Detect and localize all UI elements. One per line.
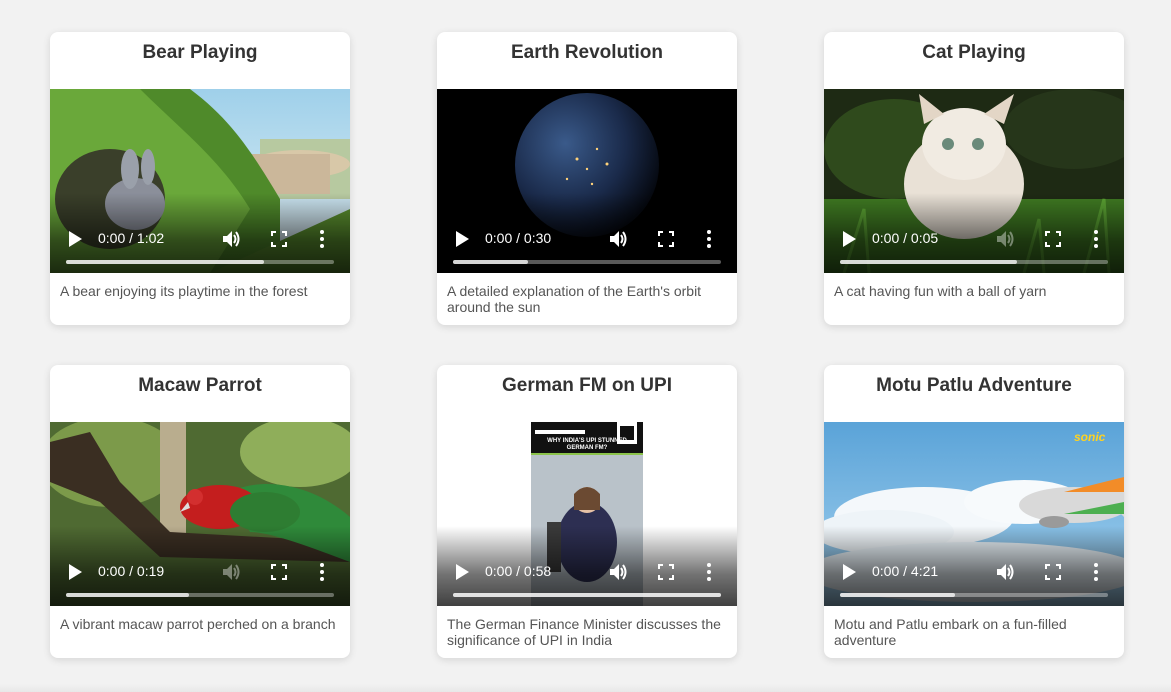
more-options-icon[interactable] (706, 229, 712, 249)
video-time: 0:00 / 0:58 (485, 563, 552, 579)
video-player[interactable]: 0:00 / 0:19 (50, 422, 350, 606)
progress-buffered (66, 260, 265, 264)
play-icon[interactable] (68, 564, 82, 580)
video-title: Motu Patlu Adventure (876, 375, 1072, 396)
progress-bar[interactable] (840, 593, 1108, 597)
video-controls: 0:00 / 0:05 (824, 193, 1124, 273)
video-time: 0:00 / 0:05 (872, 230, 939, 246)
thumbnail-caption: WHY INDIA'S UPI STUNNED GERMAN FM? (531, 438, 643, 452)
video-card: German FM on UPI WHY INDIA'S UPI STUNNED… (437, 365, 737, 658)
volume-icon[interactable] (608, 229, 628, 249)
play-icon[interactable] (842, 231, 856, 247)
page-bottom-edge (0, 684, 1171, 692)
video-title: Cat Playing (922, 42, 1026, 63)
video-description: A detailed explanation of the Earth's or… (447, 283, 702, 315)
fullscreen-icon[interactable] (658, 231, 674, 247)
video-description: The German Finance Minister discusses th… (447, 616, 721, 648)
more-options-icon[interactable] (1093, 229, 1099, 249)
volume-icon[interactable] (221, 562, 241, 582)
thumbnail-caption-line: GERMAN FM? (566, 445, 608, 451)
video-description: Motu and Patlu embark on a fun-filled ad… (834, 616, 1067, 648)
video-time: 0:00 / 0:30 (485, 230, 552, 246)
play-icon[interactable] (455, 231, 469, 247)
video-controls: 0:00 / 1:02 (50, 193, 350, 273)
video-controls: 0:00 / 0:58 (437, 526, 737, 606)
fullscreen-icon[interactable] (658, 564, 674, 580)
progress-buffered (840, 593, 956, 597)
video-title: Bear Playing (142, 42, 258, 63)
video-player[interactable]: 0:00 / 0:30 (437, 89, 737, 273)
thumbnail-caption-line: WHY INDIA'S UPI STUNNED (547, 438, 627, 444)
play-icon[interactable] (842, 564, 856, 580)
progress-buffered (840, 260, 1017, 264)
volume-icon[interactable] (221, 229, 241, 249)
video-time: 0:00 / 0:19 (98, 563, 165, 579)
volume-icon[interactable] (995, 562, 1015, 582)
progress-bar[interactable] (66, 593, 334, 597)
video-controls: 0:00 / 0:19 (50, 526, 350, 606)
video-card: Motu Patlu Adventure sonic 0:00 / 4:21 M… (824, 365, 1124, 658)
more-options-icon[interactable] (1093, 562, 1099, 582)
video-card: Bear Playing 0:00 / 1:02 A bear enjoying… (50, 32, 350, 325)
video-card: Cat Playing 0:00 / 0:05 A cat having fun… (824, 32, 1124, 325)
video-time: 0:00 / 1:02 (98, 230, 165, 246)
more-options-icon[interactable] (319, 229, 325, 249)
video-controls: 0:00 / 4:21 (824, 526, 1124, 606)
fullscreen-icon[interactable] (271, 231, 287, 247)
volume-icon[interactable] (608, 562, 628, 582)
volume-icon[interactable] (995, 229, 1015, 249)
more-options-icon[interactable] (319, 562, 325, 582)
progress-bar[interactable] (66, 260, 334, 264)
video-controls: 0:00 / 0:30 (437, 193, 737, 273)
fullscreen-icon[interactable] (1045, 564, 1061, 580)
video-description: A bear enjoying its playtime in the fore… (60, 283, 308, 299)
video-title: German FM on UPI (502, 375, 672, 396)
progress-buffered (453, 260, 529, 264)
channel-logo: sonic (1074, 430, 1106, 444)
video-player[interactable]: sonic 0:00 / 4:21 (824, 422, 1124, 606)
video-description: A vibrant macaw parrot perched on a bran… (60, 616, 336, 632)
play-icon[interactable] (68, 231, 82, 247)
video-time: 0:00 / 4:21 (872, 563, 939, 579)
progress-bar[interactable] (453, 593, 721, 597)
more-options-icon[interactable] (706, 562, 712, 582)
video-card: Earth Revolution 0:00 / 0:30 A detailed … (437, 32, 737, 325)
video-description: A cat having fun with a ball of yarn (834, 283, 1047, 299)
play-icon[interactable] (455, 564, 469, 580)
progress-buffered (453, 593, 721, 597)
progress-bar[interactable] (840, 260, 1108, 264)
progress-bar[interactable] (453, 260, 721, 264)
fullscreen-icon[interactable] (1045, 231, 1061, 247)
fullscreen-icon[interactable] (271, 564, 287, 580)
video-player[interactable]: WHY INDIA'S UPI STUNNED GERMAN FM? 0:00 … (437, 422, 737, 606)
video-card: Macaw Parrot 0:00 / 0:19 A vibrant macaw… (50, 365, 350, 658)
video-player[interactable]: 0:00 / 1:02 (50, 89, 350, 273)
progress-buffered (66, 593, 190, 597)
video-player[interactable]: 0:00 / 0:05 (824, 89, 1124, 273)
video-title: Macaw Parrot (138, 375, 262, 396)
video-title: Earth Revolution (510, 42, 663, 63)
